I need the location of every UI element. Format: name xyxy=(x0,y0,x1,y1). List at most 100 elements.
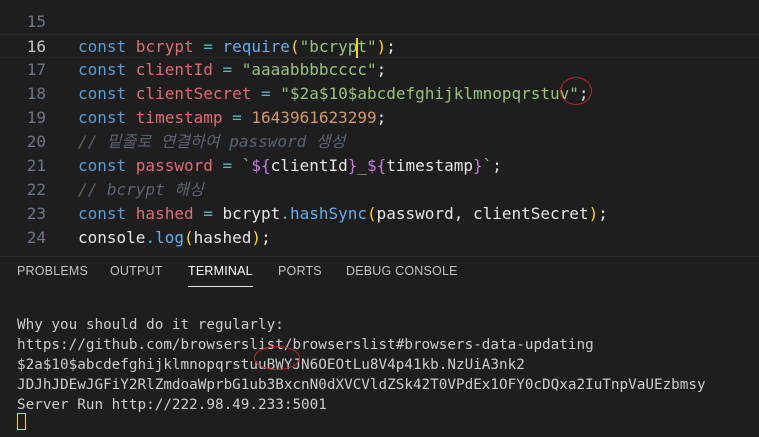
code-token: require xyxy=(222,37,290,56)
line-number: 16 xyxy=(26,37,46,56)
code-text: const clientId = "aaaabbbbcccc"; xyxy=(78,58,386,82)
code-token: const xyxy=(78,204,136,223)
code-token: clientId xyxy=(135,60,213,79)
code-token: log xyxy=(155,228,184,247)
code-line[interactable]: 15 xyxy=(0,10,759,34)
code-token: ; xyxy=(376,60,387,79)
code-token: ( xyxy=(367,204,377,223)
code-token: ` xyxy=(241,156,252,175)
code-token: timestamp xyxy=(135,108,223,127)
code-token: = xyxy=(222,108,252,127)
tab-ports[interactable]: PORTS xyxy=(278,257,322,287)
code-token: ` xyxy=(482,156,493,175)
code-line[interactable]: 22 // bcrypt 해싱 xyxy=(0,178,759,202)
line-number: 20 xyxy=(26,132,46,151)
code-token: const xyxy=(78,108,136,127)
code-text: const hashed = bcrypt.hashSync(password,… xyxy=(78,202,608,226)
code-token: . xyxy=(280,204,290,223)
code-text: console.log(hashed); xyxy=(78,226,271,250)
code-line[interactable]: 19 const timestamp = 1643961623299; xyxy=(0,106,759,130)
code-token: } xyxy=(472,156,483,175)
code-token: ( xyxy=(289,37,300,56)
code-token: = xyxy=(251,84,281,103)
code-token: "bcrypt" xyxy=(299,37,377,58)
code-token: password, clientSecret xyxy=(376,204,589,223)
code-token: // 밑줄로 연결하여 password 생성 xyxy=(78,132,346,151)
code-token: clientSecret xyxy=(135,84,252,103)
code-token: bcrypt xyxy=(135,37,194,56)
code-token: const xyxy=(78,60,136,79)
code-token: // bcrypt 해싱 xyxy=(78,180,204,199)
line-number: 24 xyxy=(26,228,46,247)
code-line[interactable]: 23 const hashed = bcrypt.hashSync(passwor… xyxy=(0,202,759,226)
code-token: ; xyxy=(598,204,608,223)
code-text: const clientSecret = "$2a$10$abcdefghijk… xyxy=(78,82,589,106)
code-token: = xyxy=(212,156,242,175)
code-token: = xyxy=(193,204,223,223)
code-text: const password = `${clientId}_${timestam… xyxy=(78,154,502,178)
code-line[interactable]: 17 const clientId = "aaaabbbbcccc"; xyxy=(0,58,759,82)
code-line[interactable]: 18 const clientSecret = "$2a$10$abcdefghi… xyxy=(0,82,759,106)
code-token: hashed xyxy=(193,228,252,247)
code-token: ) xyxy=(376,37,387,56)
code-token: ${ xyxy=(251,156,271,175)
tab-debug-console[interactable]: DEBUG CONSOLE xyxy=(346,257,458,287)
code-token: bcrypt xyxy=(222,204,281,223)
line-number: 15 xyxy=(26,12,46,31)
code-token: const xyxy=(78,156,136,175)
code-token: "$2a$10$abcdefghijklmnopqrstuv" xyxy=(280,84,579,103)
code-token: ( xyxy=(183,228,194,247)
code-token: hashSync xyxy=(289,204,367,223)
terminal-cursor xyxy=(17,413,26,430)
code-text: const timestamp = 1643961623299; xyxy=(78,106,386,130)
code-token: timestamp xyxy=(386,156,473,175)
code-token: ; xyxy=(376,108,387,127)
code-token: const xyxy=(78,84,136,103)
code-token: . xyxy=(145,228,156,247)
line-number: 23 xyxy=(26,204,46,223)
annotation-circle xyxy=(254,346,300,370)
tab-terminal[interactable]: TERMINAL xyxy=(188,257,253,287)
code-token: ; xyxy=(386,37,396,56)
bottom-panel: PROBLEMS OUTPUT TERMINAL PORTS DEBUG CONSOLE… xyxy=(0,256,759,437)
line-number: 22 xyxy=(26,180,46,199)
code-line[interactable]: 24 console.log(hashed); xyxy=(0,226,759,250)
code-token: hashed xyxy=(135,204,194,223)
code-token: const xyxy=(78,37,136,56)
code-token: = xyxy=(212,60,242,79)
code-token: console xyxy=(78,228,146,247)
code-token: ; xyxy=(261,228,271,247)
code-token: } xyxy=(347,156,358,175)
panel-tabs: PROBLEMS OUTPUT TERMINAL PORTS DEBUG CONSOLE xyxy=(0,257,759,287)
code-text: const bcrypt = require("bcrypt"); xyxy=(78,35,396,59)
code-line[interactable]: 16 const bcrypt = require("bcrypt"); xyxy=(0,34,759,58)
code-token: password xyxy=(135,156,213,175)
code-text: // bcrypt 해싱 xyxy=(78,178,204,202)
terminal-output[interactable]: Why you should do it regularly: https://g… xyxy=(17,315,706,415)
line-number: 18 xyxy=(26,84,46,103)
code-token: _ xyxy=(357,156,368,175)
code-token: ) xyxy=(588,204,599,223)
code-token: ) xyxy=(251,228,262,247)
tab-output[interactable]: OUTPUT xyxy=(110,257,163,287)
line-number: 21 xyxy=(26,156,46,175)
terminal-line: Server Run http://222.98.49.233:5001 xyxy=(17,397,327,413)
code-token: ${ xyxy=(367,156,387,175)
code-text: // 밑줄로 연결하여 password 생성 xyxy=(78,130,345,154)
line-number: 17 xyxy=(26,60,46,79)
terminal-line: JDJhJDEwJGFiY2RlZmdoaWprbG1ub3BxcnN0dXVC… xyxy=(17,377,706,393)
code-token: clientId xyxy=(270,156,348,175)
code-token: 1643961623299 xyxy=(251,108,377,127)
terminal-line: Why you should do it regularly: xyxy=(17,317,284,333)
line-number: 19 xyxy=(26,108,46,127)
code-line[interactable]: 20 // 밑줄로 연결하여 password 생성 xyxy=(0,130,759,154)
code-line[interactable]: 21 const password = `${clientId}_${timest… xyxy=(0,154,759,178)
terminal-line: $2a$10$abcdefghijklmnopqrstuuBWYJN6OEOtL… xyxy=(17,357,525,373)
tab-problems[interactable]: PROBLEMS xyxy=(17,257,88,287)
code-token: = xyxy=(193,37,223,56)
code-token: "aaaabbbbcccc" xyxy=(241,60,377,79)
terminal-line: https://github.com/browserslist/browsers… xyxy=(17,337,594,353)
code-editor[interactable]: 15 16 const bcrypt = require("bcrypt"); 17 c… xyxy=(0,0,759,256)
annotation-circle xyxy=(560,77,592,105)
code-token: ; xyxy=(492,156,502,175)
